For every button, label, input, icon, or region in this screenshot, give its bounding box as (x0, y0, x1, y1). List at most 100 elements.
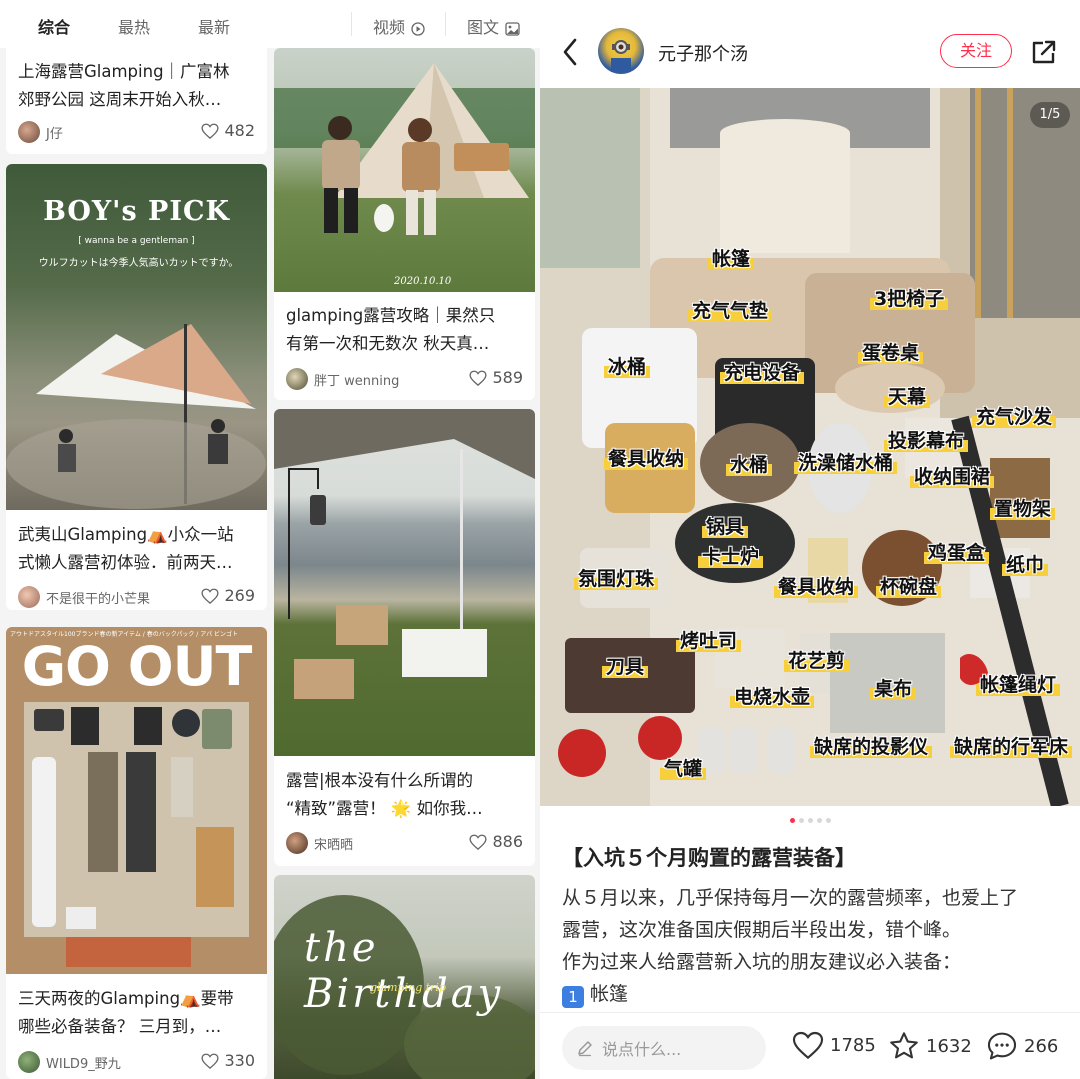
image-counter: 1/5 (1030, 102, 1070, 128)
image-tag: 蛋卷桌 (858, 342, 924, 364)
note-cover-image: GO OUT アウトドアスタイル100ブランド春の新アイテム / 春のバックパッ… (6, 627, 267, 974)
comment-placeholder: 说点什么... (602, 1040, 682, 1059)
image-tag: 刀具 (602, 656, 649, 678)
comment-bubble-icon (987, 1032, 1017, 1060)
like-button[interactable]: 589 (469, 368, 523, 387)
image-icon (505, 21, 520, 36)
image-tag: 帐篷 (708, 248, 755, 270)
post-body-line: 作为过来人给露营新入坑的朋友建议必入装备： (562, 951, 962, 973)
heart-icon (201, 1053, 220, 1069)
note-card-title: 上海露营Glamping｜广富林 郊野公园 这周末开始入秋… (18, 62, 230, 109)
note-card[interactable]: 露营|根本没有什么所谓的 “精致”露营！ 🌟 如你我… 宋晒晒 886 (274, 409, 535, 866)
note-detail: 元子那个汤 关注 1/5 帐篷 充气气垫 3把椅子 冰桶 充电设备 蛋卷桌 天幕… (540, 0, 1080, 1079)
note-card[interactable]: the Birthday glamping trip (274, 875, 535, 1079)
tab-newest[interactable]: 最新 (198, 14, 230, 38)
note-card-author[interactable]: WILD9_野九 (18, 1051, 121, 1073)
play-circle-icon (411, 21, 425, 36)
image-tag: 气罐 (660, 758, 707, 780)
image-tag: 桌布 (870, 678, 917, 700)
image-tag: 3把椅子 (870, 288, 949, 310)
image-tag: 缺席的行军床 (950, 736, 1073, 758)
photo-date-stamp: 2020.10.10 (394, 276, 452, 287)
note-card-title: 武夷山Glamping⛺小众一站 式懒人露营初体验．前两天… (18, 525, 234, 572)
follow-button[interactable]: 关注 (940, 34, 1012, 68)
number-badge-icon: 1 (562, 986, 584, 1008)
engagement-bar: 说点什么... 1785 1632 266 (540, 1012, 1080, 1079)
heart-icon (469, 834, 488, 850)
note-card[interactable]: 2020.10.10 glamping露营攻略｜果然只 有第一次和无数次 秋天真…… (274, 48, 535, 400)
image-tag: 花艺剪 (784, 650, 850, 672)
tab-divider (445, 12, 446, 36)
minion-avatar-icon (611, 40, 631, 72)
carousel-dot (807, 818, 813, 823)
carousel-dot-active (789, 818, 795, 823)
comment-button[interactable]: 266 (986, 1031, 1058, 1061)
like-button[interactable]: 886 (469, 832, 523, 851)
tab-comprehensive[interactable]: 综合 (38, 14, 70, 38)
note-card-author[interactable]: 宋晒晒 (286, 832, 353, 854)
image-tag: 鸡蛋盒 (924, 542, 990, 564)
note-cover-image: BOY's PICK [ wanna be a gentleman ] ウルフカ… (6, 164, 267, 510)
note-cover-image (274, 409, 535, 756)
filter-image-text[interactable]: 图文 (467, 14, 520, 38)
note-card-author[interactable]: 胖丁 wenning (286, 368, 399, 390)
image-tag: 置物架 (990, 498, 1056, 520)
carousel-dot (798, 818, 804, 823)
image-tag: 冰桶 (604, 356, 651, 378)
post-list-item: 1 帐篷 (562, 978, 1062, 1010)
note-card[interactable]: GO OUT アウトドアスタイル100ブランド春の新アイテム / 春のバックパッ… (6, 627, 267, 1079)
image-tag: 收纳围裙 (910, 466, 995, 488)
heart-icon (201, 123, 220, 139)
tab-divider (351, 12, 352, 36)
heart-icon (201, 588, 220, 604)
image-tag: 充电设备 (720, 362, 805, 384)
like-button[interactable]: 330 (201, 1051, 255, 1070)
note-card[interactable]: BOY's PICK [ wanna be a gentleman ] ウルフカ… (6, 164, 267, 610)
filter-video-label: 视频 (373, 18, 406, 37)
carousel-dot (825, 818, 831, 823)
post-title: 【入坑５个月购置的露营装备】 (562, 846, 856, 870)
note-card-author[interactable]: J仔 (18, 121, 63, 143)
lakeside-canopy-illustration (274, 409, 535, 699)
heart-icon (469, 370, 488, 386)
bell-tent-illustration (274, 63, 535, 235)
cover-subtitle: [ wanna be a gentleman ] (78, 236, 195, 246)
post-image[interactable]: 1/5 帐篷 充气气垫 3把椅子 冰桶 充电设备 蛋卷桌 天幕 充气沙发 投影幕… (540, 88, 1080, 806)
note-card-author[interactable]: 不是很干的小芒果 (18, 586, 150, 608)
image-tag: 餐具收纳 (774, 576, 859, 598)
note-card-title: 露营|根本没有什么所谓的 “精致”露营！ 🌟 如你我… (286, 771, 483, 818)
share-icon[interactable] (1030, 38, 1058, 66)
comment-input[interactable]: 说点什么... (562, 1026, 766, 1070)
note-cover-image: the Birthday glamping trip (274, 875, 535, 1079)
author-avatar[interactable] (598, 28, 644, 74)
image-tag: 水桶 (726, 454, 773, 476)
post-body: 从５月以来，几乎保持每月一次的露营频率，也爱上了 露营，这次准备国庆假期后半段出… (562, 882, 1062, 1010)
star-icon (890, 1032, 918, 1059)
collect-button[interactable]: 1632 (888, 1031, 972, 1061)
image-tag: 餐具收纳 (604, 448, 689, 470)
like-button[interactable]: 482 (201, 121, 255, 140)
like-button[interactable]: 1785 (792, 1031, 876, 1059)
search-feed: 综合 最热 最新 视频 图文 上海露营Glamping｜广富林 郊野公园 这周末开… (0, 0, 540, 1079)
note-card-title: glamping露营攻略｜果然只 有第一次和无数次 秋天真… (286, 306, 496, 353)
back-arrow-icon[interactable] (562, 38, 578, 66)
tab-hottest[interactable]: 最热 (118, 14, 150, 38)
filter-image-text-label: 图文 (467, 18, 500, 37)
note-cover-image: 2020.10.10 (274, 48, 535, 292)
note-card[interactable]: 上海露营Glamping｜广富林 郊野公园 这周末开始入秋… J仔 482 (6, 48, 267, 154)
like-button[interactable]: 269 (201, 586, 255, 605)
filter-video[interactable]: 视频 (373, 14, 425, 38)
avatar (18, 586, 40, 608)
image-tag: 充气沙发 (972, 406, 1057, 428)
author-name[interactable]: 元子那个汤 (658, 40, 748, 66)
feed-tab-bar: 综合 最热 最新 视频 图文 (0, 0, 540, 48)
image-tag: 天幕 (884, 386, 931, 408)
image-tag: 卡士炉 (698, 546, 764, 568)
image-tag: 缺席的投影仪 (810, 736, 933, 758)
image-tag: 投影幕布 (884, 430, 969, 452)
image-tag: 杯碗盘 (876, 576, 942, 598)
avatar (286, 368, 308, 390)
image-tag: 充气气垫 (688, 300, 773, 322)
cover-caption: ウルフカットは今季人気高いカットですか。 (38, 258, 239, 269)
pencil-icon (578, 1041, 592, 1057)
